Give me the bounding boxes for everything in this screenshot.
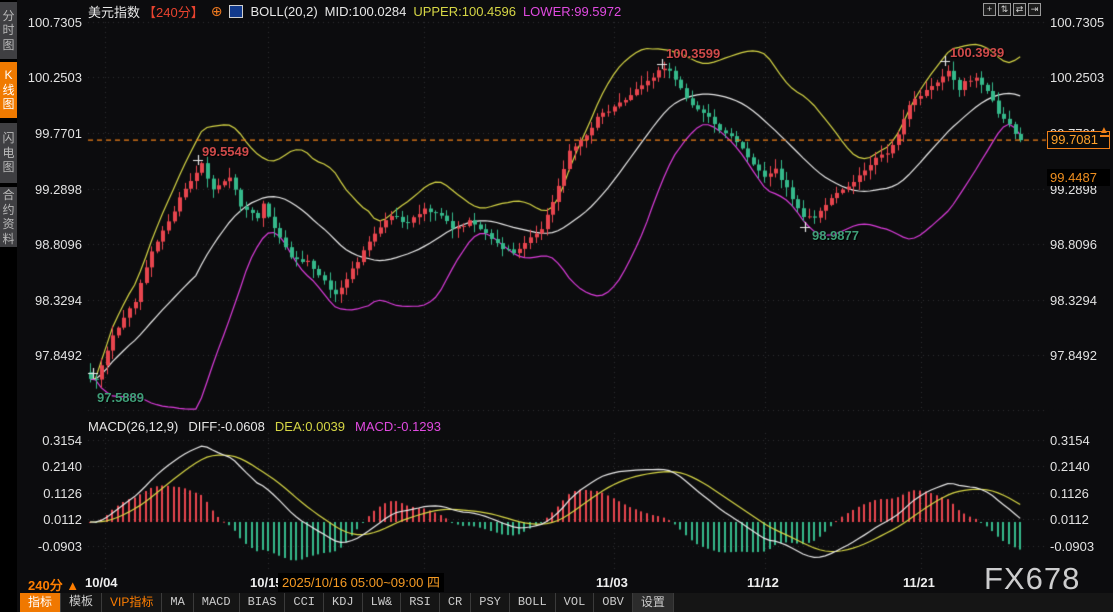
sidebar-item-lightning[interactable]: 闪 电 图 [0, 123, 17, 183]
swing-label: 99.5549 [202, 144, 249, 159]
price-tick-left: 98.3294 [22, 293, 82, 308]
collapse-right-icon[interactable]: ⇥ [1028, 3, 1041, 16]
price-tick-right: 98.3294 [1050, 293, 1097, 308]
sidebar-char: 资 [2, 217, 14, 232]
fit-vertical-icon[interactable]: ⇅ [998, 3, 1011, 16]
x-label: 11/12 [747, 575, 779, 590]
x-label: 11/21 [903, 575, 935, 590]
price-tick-left: 100.7305 [22, 15, 82, 30]
sidebar-char: 闪 [2, 131, 14, 146]
chart-legend: 美元指数 【240分】 ⊕ BOLL(20,2) MID:100.0284 UP… [88, 3, 621, 19]
sidebar-char: 料 [2, 232, 14, 247]
kline-app: 分 时 图 K 线 图 闪 电 图 合 约 资 料 美元指数 【240分】 ⊕ … [0, 0, 1113, 612]
period-label: 【240分】 [143, 2, 204, 21]
sidebar-item-contract-info[interactable]: 合 约 资 料 [0, 187, 17, 247]
sidebar-char: 时 [2, 23, 14, 38]
sidebar-char: 电 [2, 146, 14, 161]
price-tick-right: 97.8492 [1050, 348, 1097, 363]
macd-tick-left: 0.1126 [22, 486, 82, 501]
swing-label: 100.3599 [666, 46, 720, 61]
macd-tick-left: 0.2140 [22, 459, 82, 474]
indicator-toolbar: 指标 模板 VIP指标 MA MACD BIAS CCI KDJ LW& RSI… [20, 593, 1113, 612]
sidebar-char: 合 [2, 188, 14, 203]
macd-diff-value: DIFF:-0.0608 [188, 419, 265, 434]
toolbar-item-psy[interactable]: PSY [471, 593, 510, 612]
boll-label: BOLL(20,2) [250, 4, 317, 19]
macd-legend: MACD(26,12,9) DIFF:-0.0608 DEA:0.0039 MA… [88, 419, 441, 434]
pan-tool-icon[interactable]: + [983, 3, 996, 16]
toolbar-item-kdj[interactable]: KDJ [324, 593, 363, 612]
boll-upper-value: UPPER:100.4596 [413, 4, 516, 19]
sidebar-char: K [4, 68, 12, 83]
price-tick-left: 98.8096 [22, 237, 82, 252]
macd-tick-right: 0.3154 [1050, 433, 1090, 448]
price-tick-left: 97.8492 [22, 348, 82, 363]
sidebar-char: 图 [2, 97, 14, 112]
x-label: 11/03 [596, 575, 628, 590]
toolbar-item-obv[interactable]: OBV [594, 593, 633, 612]
toolbar-item-vip[interactable]: VIP指标 [102, 593, 162, 612]
secondary-price-badge: 99.4487 [1047, 169, 1110, 186]
boll-mid-value: MID:100.0284 [325, 4, 407, 19]
toolbar-item-cci[interactable]: CCI [285, 593, 324, 612]
toolbar-item-macd[interactable]: MACD [194, 593, 240, 612]
macd-dea-value: DEA:0.0039 [275, 419, 345, 434]
macd-tick-left: -0.0903 [22, 539, 82, 554]
sidebar-char: 图 [2, 38, 14, 53]
sidebar-char: 分 [2, 9, 14, 24]
macd-params: MACD(26,12,9) [88, 419, 178, 434]
toolbar-item-bias[interactable]: BIAS [240, 593, 286, 612]
sidebar-item-timeshare[interactable]: 分 时 图 [0, 2, 17, 59]
toolbar-item-lwr[interactable]: LW& [363, 593, 402, 612]
toolbar-item-cr[interactable]: CR [440, 593, 471, 612]
macd-tick-right: -0.0903 [1050, 539, 1094, 554]
price-tick-right: 100.7305 [1050, 15, 1104, 30]
price-macd-chart-canvas[interactable] [0, 0, 1113, 612]
price-tick-left: 99.7701 [22, 126, 82, 141]
sidebar-char: 图 [2, 160, 14, 175]
fit-horizontal-icon[interactable]: ⇄ [1013, 3, 1026, 16]
macd-tick-left: 0.0112 [22, 512, 82, 527]
swing-label: 100.3939 [950, 45, 1004, 60]
zoom-toolbar: + ⇅ ⇄ ⇥ [983, 3, 1041, 16]
swing-label: 97.5889 [97, 390, 144, 405]
toolbar-item-settings[interactable]: 设置 [633, 593, 674, 612]
macd-tick-right: 0.1126 [1050, 486, 1089, 501]
left-sidebar: 分 时 图 K 线 图 闪 电 图 合 约 资 料 [0, 0, 17, 612]
price-tick-left: 100.2503 [22, 70, 82, 85]
macd-tick-left: 0.3154 [22, 433, 82, 448]
period-switch[interactable]: 240分 ▲ [28, 575, 79, 594]
macd-tick-right: 0.2140 [1050, 459, 1090, 474]
price-up-arrow-icon: ▲ [1098, 126, 1110, 137]
toolbar-item-indicator[interactable]: 指标 [20, 593, 61, 612]
price-tick-left: 99.2898 [22, 182, 82, 197]
sidebar-item-kline[interactable]: K 线 图 [0, 62, 17, 118]
boll-lower-value: LOWER:99.5972 [523, 4, 621, 19]
toolbar-item-template[interactable]: 模板 [61, 593, 102, 612]
toolbar-item-boll[interactable]: BOLL [510, 593, 556, 612]
circle-plus-icon[interactable]: ⊕ [211, 5, 223, 18]
symbol-name: 美元指数 [88, 2, 140, 21]
macd-macd-value: MACD:-0.1293 [355, 419, 441, 434]
candle-time-tooltip: 2025/10/16 05:00~09:00 四 [278, 573, 444, 592]
toolbar-item-ma[interactable]: MA [162, 593, 193, 612]
sidebar-char: 线 [2, 83, 14, 98]
watermark: FX678 [984, 561, 1080, 597]
toolbar-item-vol[interactable]: VOL [556, 593, 595, 612]
swing-label: 98.9877 [812, 228, 859, 243]
chart-type-icon[interactable] [229, 5, 243, 18]
time-axis: 240分 ▲ 10/04 10/15 10/24 11/03 11/12 11/… [0, 574, 1113, 592]
price-tick-right: 98.8096 [1050, 237, 1097, 252]
x-label: 10/04 [85, 575, 118, 590]
macd-tick-right: 0.0112 [1050, 512, 1089, 527]
price-tick-right: 100.2503 [1050, 70, 1104, 85]
sidebar-char: 约 [2, 203, 14, 218]
toolbar-item-rsi[interactable]: RSI [401, 593, 440, 612]
